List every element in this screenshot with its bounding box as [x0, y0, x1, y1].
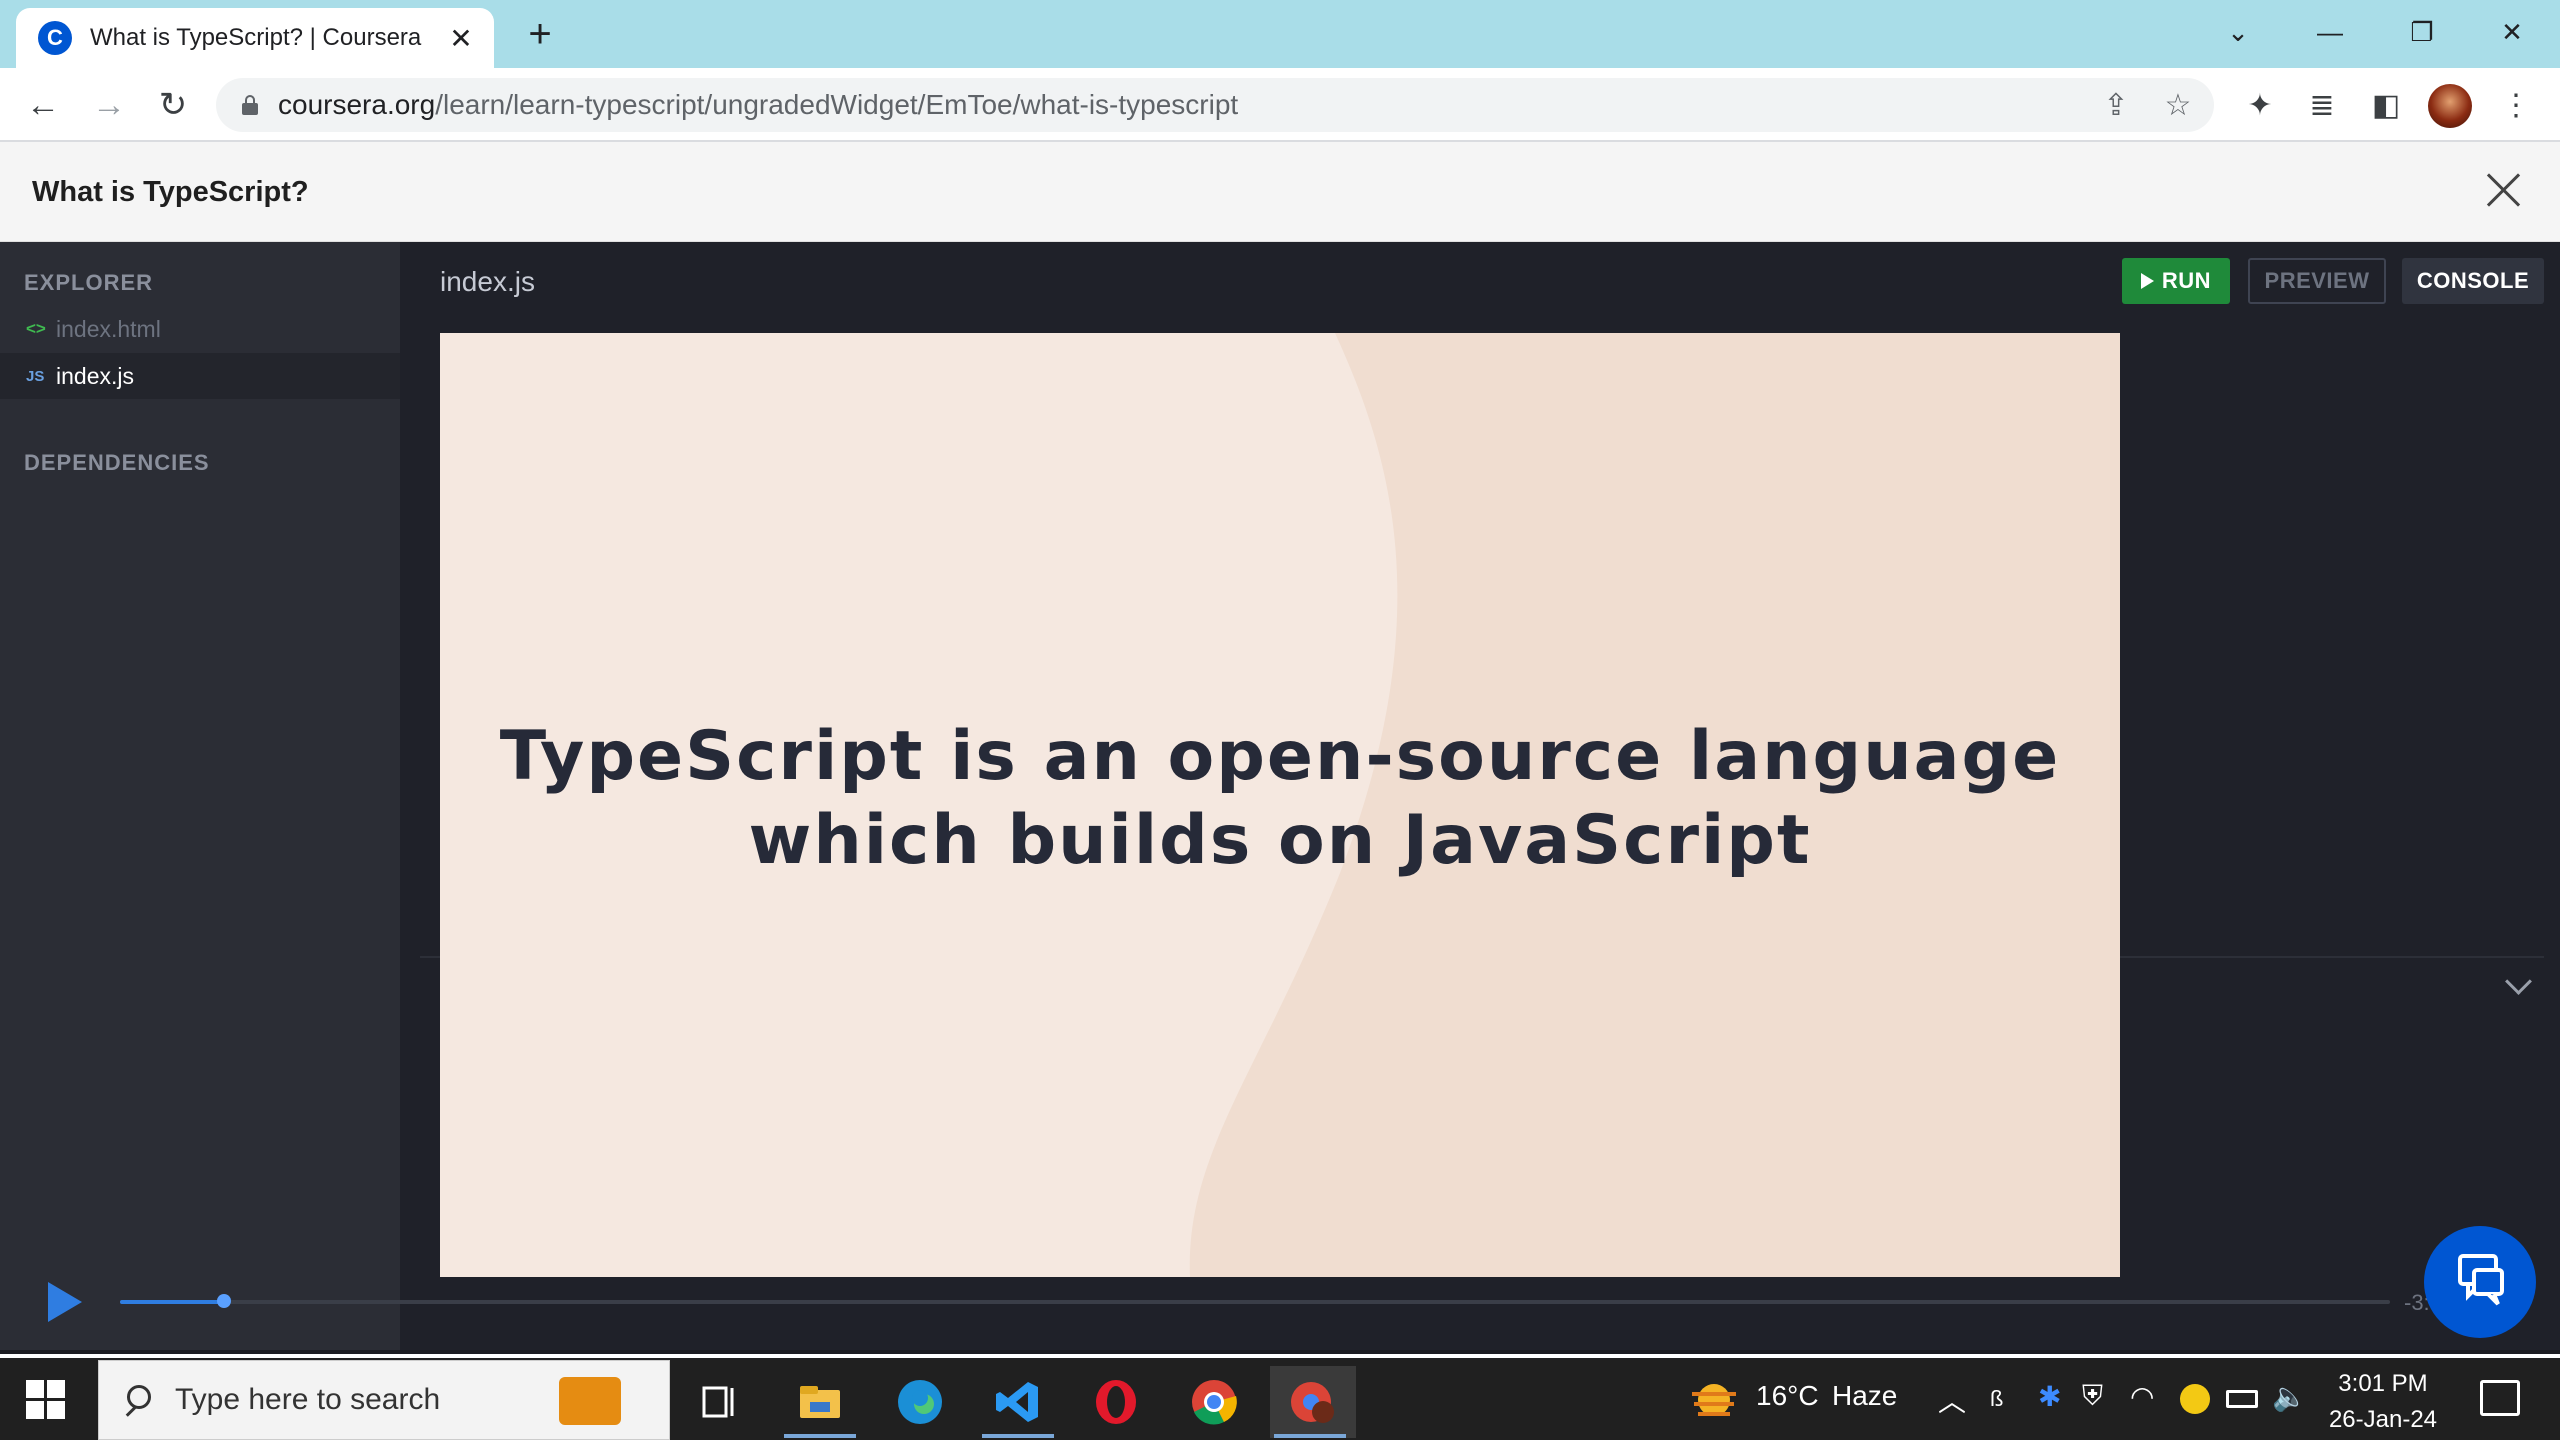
html-file-icon: <>: [26, 319, 46, 338]
explorer-heading: EXPLORER: [24, 270, 154, 295]
seek-progress: [120, 1300, 224, 1304]
new-tab-icon[interactable]: +: [520, 12, 560, 56]
slide-text: TypeScript is an open-source language wh…: [440, 715, 2120, 883]
opera-browser-icon[interactable]: [1076, 1366, 1156, 1438]
reload-icon[interactable]: ↻: [148, 80, 198, 130]
chrome-browser-icon[interactable]: [1174, 1366, 1254, 1438]
weather-temperature[interactable]: 16°C: [1756, 1380, 1819, 1412]
notification-center-icon[interactable]: [2480, 1380, 2520, 1416]
editor-filename: index.js: [440, 266, 535, 297]
share-icon[interactable]: ⇪: [2094, 84, 2138, 128]
tab-close-icon[interactable]: ✕: [446, 22, 476, 55]
language-indicator-icon[interactable]: ß: [1990, 1386, 2003, 1412]
media-control-icon[interactable]: ≣: [2300, 84, 2344, 128]
extensions-puzzle-icon[interactable]: ✦: [2238, 84, 2282, 128]
seek-bar[interactable]: [120, 1300, 2390, 1304]
search-icon: [121, 1385, 151, 1415]
browser-tab[interactable]: C What is TypeScript? | Coursera ✕: [16, 8, 494, 68]
collapse-chevron-icon[interactable]: [2502, 968, 2536, 1002]
modal-close-icon[interactable]: [2480, 166, 2528, 214]
clock-time: 3:01 PM: [2338, 1370, 2428, 1397]
file-item-index-js[interactable]: JS index.js: [0, 353, 400, 399]
tab-search-chevron-icon[interactable]: ⌄: [2208, 12, 2268, 52]
video-slide[interactable]: TypeScript is an open-source language wh…: [440, 333, 2120, 1277]
show-hidden-icons-chevron-icon[interactable]: ︿: [1938, 1380, 1966, 1420]
tab-title: What is TypeScript? | Coursera: [90, 24, 422, 51]
taskbar-clock[interactable]: 3:01 PM 26-Jan-24: [2318, 1366, 2448, 1438]
window-close-icon[interactable]: ✕: [2482, 12, 2542, 52]
back-arrow-icon[interactable]: ←: [18, 80, 68, 130]
browser-menu-icon[interactable]: ⋮: [2494, 84, 2538, 128]
run-label: RUN: [2161, 268, 2212, 293]
console-button[interactable]: CONSOLE: [2402, 258, 2544, 304]
file-name: index.html: [56, 315, 161, 342]
vscode-icon[interactable]: [978, 1366, 1058, 1438]
clock-date: 26-Jan-24: [2328, 1406, 2438, 1433]
dependencies-heading: DEPENDENCIES: [24, 450, 210, 475]
url-host: coursera.org: [278, 89, 436, 120]
app-status-icon[interactable]: [2180, 1384, 2210, 1414]
wifi-icon[interactable]: ◠: [2130, 1380, 2154, 1413]
slide-text-line-1: TypeScript is an open-source language: [499, 717, 2061, 796]
task-view-icon[interactable]: [680, 1366, 760, 1438]
coursera-favicon-icon: C: [38, 21, 72, 55]
side-panel-icon[interactable]: ◧: [2364, 84, 2408, 128]
file-name: index.js: [56, 362, 134, 389]
js-file-icon: JS: [26, 367, 45, 385]
profile-avatar[interactable]: [2428, 84, 2472, 128]
security-shield-icon[interactable]: ⛨: [2082, 1380, 2103, 1413]
slide-text-line-2: which builds on JavaScript: [748, 801, 1812, 880]
bluetooth-icon[interactable]: ✱: [2038, 1380, 2061, 1413]
edge-browser-icon[interactable]: [880, 1366, 960, 1438]
lock-icon: [242, 95, 258, 115]
run-button[interactable]: RUN: [2122, 258, 2230, 304]
address-bar[interactable]: coursera.org/learn/learn-typescript/ungr…: [216, 78, 2214, 132]
volume-icon[interactable]: 🔈: [2272, 1380, 2307, 1413]
modal-header: [0, 142, 2560, 242]
seek-handle[interactable]: [217, 1294, 231, 1308]
play-icon: [2140, 273, 2154, 289]
chat-support-button[interactable]: [2424, 1226, 2536, 1338]
file-explorer-icon[interactable]: [780, 1366, 860, 1438]
bookmark-star-icon[interactable]: ☆: [2156, 84, 2200, 128]
search-placeholder: Type here to search: [175, 1383, 441, 1416]
taskbar-search-box[interactable]: Type here to search: [98, 1360, 670, 1440]
restore-icon[interactable]: ❐: [2392, 12, 2452, 52]
chat-bubble-icon: [2458, 1254, 2504, 1306]
modal-title: What is TypeScript?: [32, 176, 309, 208]
forward-arrow-icon[interactable]: →: [84, 80, 134, 130]
windows-start-icon[interactable]: [26, 1380, 66, 1420]
weather-haze-icon[interactable]: [1690, 1378, 1738, 1427]
explorer-sidebar: [0, 242, 400, 1350]
weather-description[interactable]: Haze: [1832, 1380, 1897, 1412]
url-path: /learn/learn-typescript/ungradedWidget/E…: [435, 89, 1239, 120]
chrome-profile-window-icon[interactable]: [1270, 1366, 1356, 1438]
search-highlight-briefcase-icon: [559, 1377, 621, 1425]
battery-icon[interactable]: [2226, 1390, 2258, 1408]
preview-button[interactable]: PREVIEW: [2248, 258, 2386, 304]
file-item-index-html[interactable]: <> index.html: [0, 306, 400, 352]
play-button-icon[interactable]: [48, 1282, 82, 1322]
minimize-icon[interactable]: —: [2300, 12, 2360, 52]
